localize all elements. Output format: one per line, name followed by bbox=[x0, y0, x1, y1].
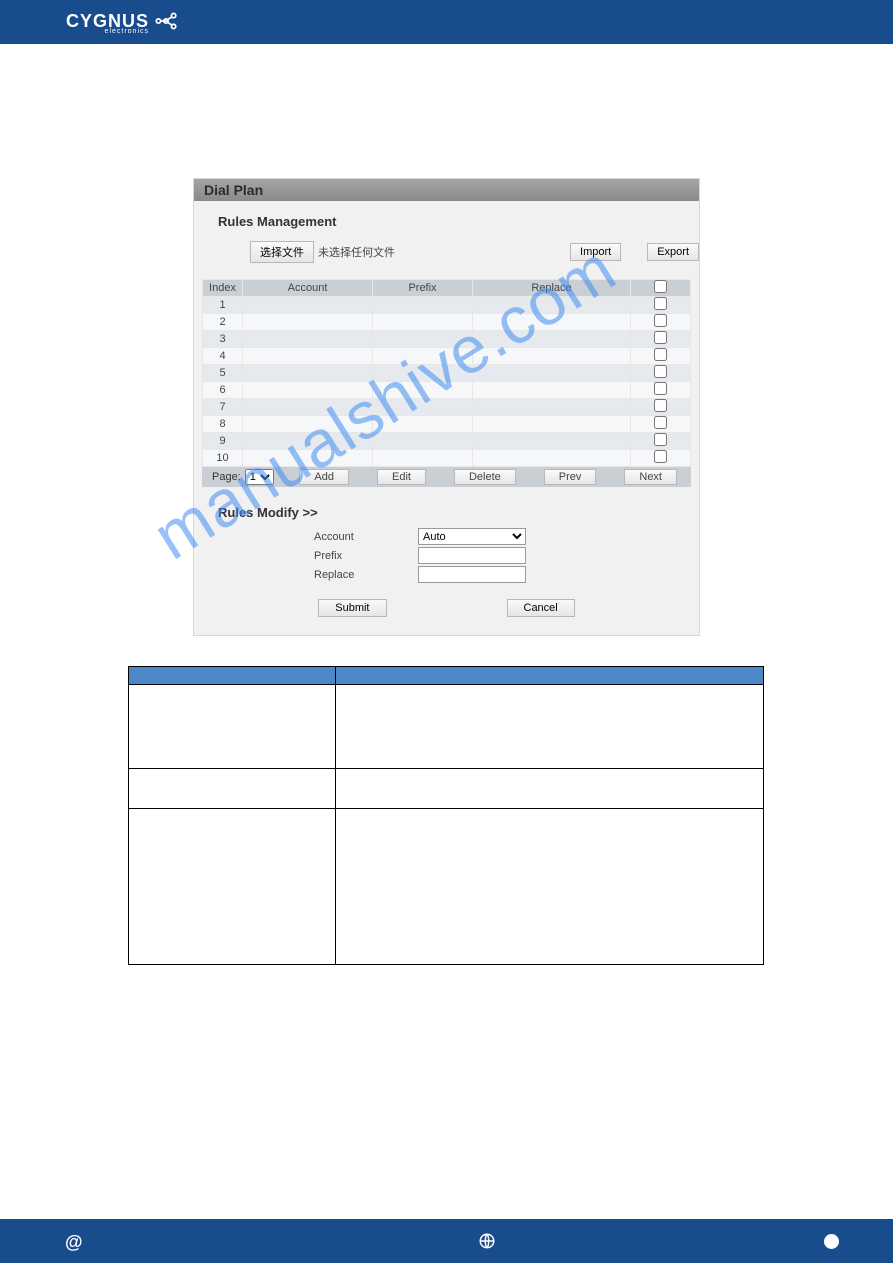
file-status-text: 未选择任何文件 bbox=[318, 244, 395, 260]
prev-button[interactable]: Prev bbox=[544, 469, 597, 485]
desc-row bbox=[129, 769, 764, 809]
export-button[interactable]: Export bbox=[647, 243, 699, 261]
col-replace: Replace bbox=[473, 280, 631, 297]
desc-header-row bbox=[129, 667, 764, 685]
globe-icon bbox=[478, 1232, 496, 1255]
rules-modify-heading: Rules Modify >> bbox=[218, 495, 675, 528]
dial-plan-panel: Dial Plan Rules Management 选择文件 未选择任何文件 … bbox=[193, 178, 700, 636]
row-checkbox[interactable] bbox=[654, 433, 667, 446]
page-label: Page: bbox=[202, 471, 245, 483]
desc-row bbox=[129, 685, 764, 769]
table-row: 9 bbox=[203, 433, 691, 450]
table-header-row: Index Account Prefix Replace bbox=[203, 280, 691, 297]
cell-index: 5 bbox=[203, 365, 243, 382]
col-checkbox bbox=[631, 280, 691, 297]
table-row: 2 bbox=[203, 314, 691, 331]
row-checkbox[interactable] bbox=[654, 348, 667, 361]
prefix-input[interactable] bbox=[418, 547, 526, 564]
table-row: 8 bbox=[203, 416, 691, 433]
account-select[interactable]: Auto bbox=[418, 528, 526, 545]
edit-button[interactable]: Edit bbox=[377, 469, 426, 485]
desc-row bbox=[129, 809, 764, 965]
panel-title: Dial Plan bbox=[194, 179, 699, 201]
rules-table: Index Account Prefix Replace 1 2 3 4 5 6… bbox=[202, 279, 691, 467]
at-icon: @ bbox=[65, 1232, 83, 1253]
cell-index: 3 bbox=[203, 331, 243, 348]
table-row: 10 bbox=[203, 450, 691, 467]
row-checkbox[interactable] bbox=[654, 365, 667, 378]
cell-index: 8 bbox=[203, 416, 243, 433]
table-row: 3 bbox=[203, 331, 691, 348]
prefix-label: Prefix bbox=[218, 550, 418, 562]
cancel-button[interactable]: Cancel bbox=[507, 599, 575, 617]
select-all-checkbox[interactable] bbox=[654, 280, 667, 293]
table-row: 6 bbox=[203, 382, 691, 399]
import-button[interactable]: Import bbox=[570, 243, 621, 261]
table-row: 7 bbox=[203, 399, 691, 416]
submit-button[interactable]: Submit bbox=[318, 599, 386, 617]
footer-bar: @ bbox=[0, 1219, 893, 1263]
row-checkbox[interactable] bbox=[654, 314, 667, 327]
description-table bbox=[128, 666, 764, 965]
replace-label: Replace bbox=[218, 569, 418, 581]
file-import-row: 选择文件 未选择任何文件 Import Export bbox=[194, 241, 699, 279]
row-checkbox[interactable] bbox=[654, 382, 667, 395]
desc-col-1 bbox=[129, 667, 336, 685]
next-button[interactable]: Next bbox=[624, 469, 677, 485]
replace-input[interactable] bbox=[418, 566, 526, 583]
row-checkbox[interactable] bbox=[654, 416, 667, 429]
table-row: 1 bbox=[203, 297, 691, 314]
row-checkbox[interactable] bbox=[654, 331, 667, 344]
page-select[interactable]: 1 bbox=[245, 469, 274, 485]
row-checkbox[interactable] bbox=[654, 399, 667, 412]
header-bar: CYGNUS electronics bbox=[0, 0, 893, 44]
delete-button[interactable]: Delete bbox=[454, 469, 516, 485]
col-account: Account bbox=[243, 280, 373, 297]
row-checkbox[interactable] bbox=[654, 297, 667, 310]
cell-index: 7 bbox=[203, 399, 243, 416]
brand-icon bbox=[153, 8, 179, 39]
col-index: Index bbox=[203, 280, 243, 297]
add-button[interactable]: Add bbox=[299, 469, 349, 485]
cell-index: 6 bbox=[203, 382, 243, 399]
cell-index: 9 bbox=[203, 433, 243, 450]
page-indicator-icon bbox=[824, 1234, 839, 1249]
choose-file-button[interactable]: 选择文件 bbox=[250, 241, 314, 263]
table-row: 4 bbox=[203, 348, 691, 365]
brand-logo: CYGNUS electronics bbox=[66, 8, 179, 39]
cell-index: 2 bbox=[203, 314, 243, 331]
desc-col-2 bbox=[336, 667, 764, 685]
cell-index: 10 bbox=[203, 450, 243, 467]
row-checkbox[interactable] bbox=[654, 450, 667, 463]
pager-row: Page: 1 Add Edit Delete Prev Next bbox=[202, 467, 691, 487]
account-label: Account bbox=[218, 531, 418, 543]
cell-index: 1 bbox=[203, 297, 243, 314]
cell-index: 4 bbox=[203, 348, 243, 365]
col-prefix: Prefix bbox=[373, 280, 473, 297]
rules-management-heading: Rules Management bbox=[194, 201, 699, 241]
table-row: 5 bbox=[203, 365, 691, 382]
